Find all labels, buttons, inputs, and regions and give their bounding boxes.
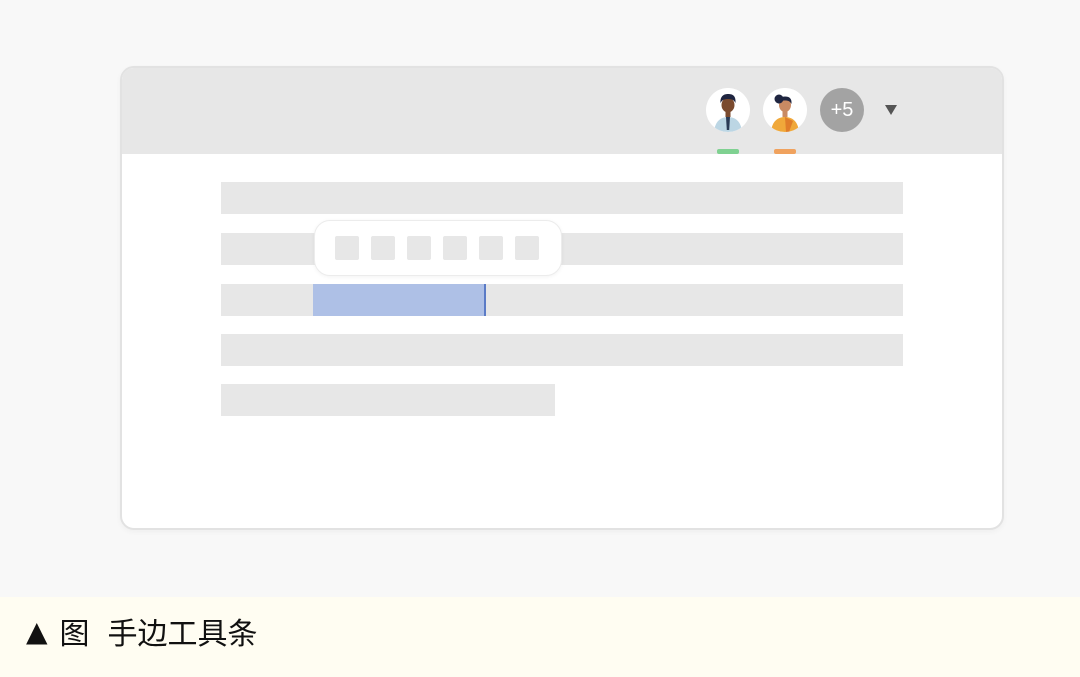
toolbar-button[interactable] [335, 236, 359, 260]
triangle-marker-icon: ▲ [26, 614, 48, 648]
chevron-down-icon[interactable] [882, 101, 900, 119]
toolbar-button[interactable] [407, 236, 431, 260]
toolbar-button[interactable] [371, 236, 395, 260]
toolbar-button[interactable] [479, 236, 503, 260]
figure-label: 图 [59, 617, 90, 652]
text-cursor [484, 284, 486, 316]
text-line-placeholder [221, 384, 555, 416]
text-line-placeholder [221, 334, 903, 366]
presence-indicator [774, 149, 796, 154]
title-bar: +5 [122, 68, 1002, 154]
collaborator-avatar-man[interactable] [706, 88, 750, 132]
hand-toolbar [314, 220, 562, 276]
toolbar-button[interactable] [515, 236, 539, 260]
text-line-placeholder [221, 182, 903, 214]
woman-avatar-icon [763, 88, 807, 132]
more-collaborators-badge[interactable]: +5 [820, 88, 864, 132]
editor-window: +5 [120, 66, 1004, 530]
figure-caption: ▲ 图 手边工具条 [26, 611, 258, 653]
presence-indicator [717, 149, 739, 154]
collaborator-avatar-woman[interactable] [763, 88, 807, 132]
text-selection-highlight[interactable] [313, 284, 484, 316]
man-avatar-icon [706, 88, 750, 132]
caption-text: 手边工具条 [107, 617, 258, 652]
toolbar-button[interactable] [443, 236, 467, 260]
